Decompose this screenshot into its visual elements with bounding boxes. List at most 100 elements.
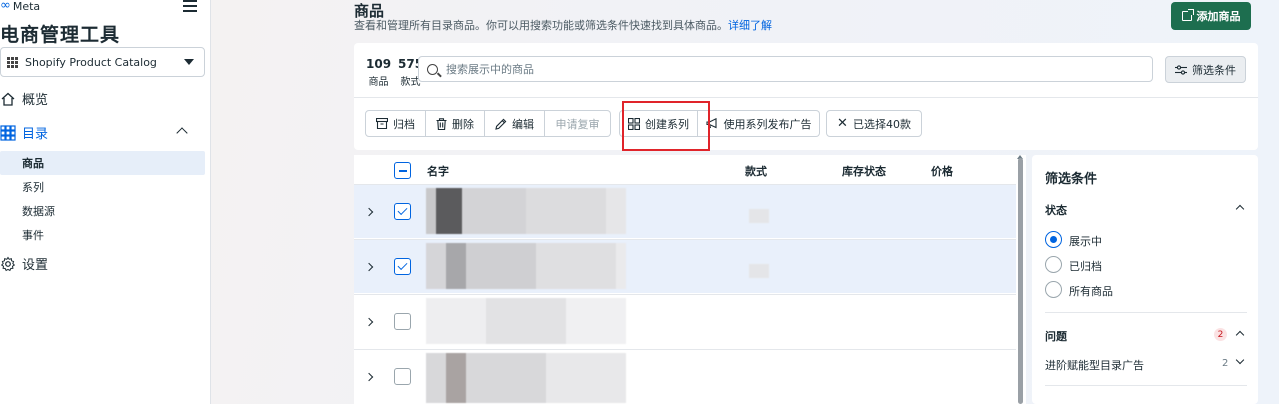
- column-header-price[interactable]: 价格: [931, 163, 953, 179]
- selected-count-label: 已选择40款: [852, 117, 911, 131]
- chevron-up-icon[interactable]: [1235, 330, 1245, 340]
- issues-section-title: 问题: [1045, 330, 1067, 343]
- nav-sub-products[interactable]: 商品: [0, 151, 205, 175]
- edit-label: 编辑: [512, 117, 534, 131]
- filter-divider: [1045, 385, 1247, 386]
- external-link-icon: [1181, 9, 1194, 21]
- blurred-product-image: [426, 298, 626, 344]
- status-section-title: 状态: [1045, 204, 1067, 217]
- nav-sub-data-sources[interactable]: 数据源: [0, 199, 205, 223]
- delete-button[interactable]: 删除: [426, 110, 485, 137]
- meta-logo[interactable]: ∞ Meta: [0, 0, 41, 13]
- status-radio-archived[interactable]: [1045, 256, 1062, 273]
- advertise-set-button[interactable]: 使用系列发布广告: [698, 110, 820, 137]
- catalog-selector[interactable]: Shopify Product Catalog: [0, 47, 205, 77]
- filter-button-label: 筛选条件: [1192, 63, 1236, 77]
- delete-label: 删除: [452, 117, 474, 131]
- product-count-label: 商品: [368, 77, 389, 88]
- app-title: 电商管理工具: [0, 24, 121, 46]
- row-checkbox[interactable]: [394, 313, 411, 330]
- page-description: 查看和管理所有目录商品。你可以用搜索功能或筛选条件快速找到具体商品。详细了解: [354, 17, 772, 33]
- search-input[interactable]: 搜索展示中的商品: [418, 56, 1153, 82]
- status-option-all[interactable]: 所有商品: [1069, 283, 1113, 299]
- row-checkbox[interactable]: [394, 368, 411, 385]
- blurred-variant-count: [749, 209, 769, 223]
- table-row[interactable]: [354, 239, 1016, 293]
- expand-row-icon[interactable]: [364, 317, 374, 327]
- product-count-value: 109: [366, 57, 392, 71]
- filter-divider: [1045, 312, 1247, 313]
- row-checkbox[interactable]: [394, 258, 411, 275]
- column-header-variants[interactable]: 款式: [745, 163, 767, 179]
- chevron-up-icon[interactable]: [1235, 204, 1245, 214]
- select-all-checkbox[interactable]: [394, 162, 411, 179]
- search-icon: [427, 63, 438, 75]
- expand-row-icon[interactable]: [364, 207, 374, 217]
- catalog-selector-value: Shopify Product Catalog: [25, 55, 157, 69]
- products-table: 名字 款式 库存状态 价格: [354, 155, 1026, 404]
- filter-panel-title: 筛选条件: [1045, 172, 1098, 187]
- advertise-set-label: 使用系列发布广告: [723, 117, 812, 131]
- request-review-label: 申请复审: [555, 117, 600, 131]
- issue-item-label[interactable]: 进阶赋能型目录广告: [1045, 357, 1144, 373]
- menu-icon[interactable]: [183, 0, 197, 12]
- clear-selection-button[interactable]: ✕ 已选择40款: [826, 110, 922, 137]
- gear-icon: [0, 256, 16, 271]
- status-option-archived[interactable]: 已归档: [1069, 258, 1102, 274]
- table-row[interactable]: [354, 294, 1016, 348]
- blurred-product-image: [426, 353, 626, 403]
- nav-sub-sets[interactable]: 系列: [0, 175, 205, 199]
- catalog-icon: [0, 124, 16, 141]
- sliders-icon: [1175, 64, 1187, 75]
- chevron-up-icon[interactable]: [176, 127, 188, 139]
- column-header-name[interactable]: 名字: [427, 163, 449, 179]
- blurred-product-image: [426, 243, 626, 289]
- nav-item-settings[interactable]: 设置: [0, 254, 48, 273]
- nav-sub-events[interactable]: 事件: [0, 223, 205, 247]
- trash-icon: [436, 117, 447, 130]
- search-placeholder: 搜索展示中的商品: [446, 63, 534, 76]
- issue-item-count: 2: [1222, 358, 1229, 369]
- expand-row-icon[interactable]: [364, 372, 374, 382]
- chevron-down-icon[interactable]: [1235, 355, 1245, 365]
- filter-button[interactable]: 筛选条件: [1165, 56, 1246, 83]
- add-product-button[interactable]: 添加商品: [1171, 2, 1251, 30]
- nav-item-overview-label: 概览: [22, 93, 49, 108]
- archive-label: 归档: [393, 117, 415, 131]
- table-row[interactable]: [354, 184, 1016, 238]
- caret-down-icon: [184, 59, 194, 65]
- highlight-annotation: [622, 101, 710, 151]
- home-icon: [1, 92, 15, 106]
- toolbar-divider: [354, 97, 1258, 98]
- table-scrollbar[interactable]: [1018, 158, 1023, 404]
- nav-item-overview[interactable]: 概览: [0, 89, 48, 108]
- filter-panel: 筛选条件 状态 展示中 已归档 所有商品 问题 2 进阶赋能型目录广告 2: [1032, 155, 1258, 404]
- edit-button[interactable]: 编辑: [485, 110, 545, 137]
- close-icon: ✕: [837, 116, 848, 131]
- status-option-live[interactable]: 展示中: [1069, 233, 1102, 249]
- archive-icon: [376, 118, 388, 129]
- page-description-text: 查看和管理所有目录商品。你可以用搜索功能或筛选条件快速找到具体商品。: [354, 19, 728, 32]
- blurred-variant-count: [749, 264, 769, 278]
- status-radio-live[interactable]: [1045, 231, 1062, 248]
- archive-button[interactable]: 归档: [365, 110, 426, 137]
- row-checkbox[interactable]: [394, 203, 411, 220]
- product-count: 109 商品: [366, 57, 391, 88]
- table-row[interactable]: [354, 349, 1016, 403]
- nav-item-settings-label: 设置: [22, 258, 49, 273]
- sidebar: ∞ Meta 电商管理工具 Shopify Product Catalog 概览…: [0, 0, 211, 404]
- meta-infinity-icon: ∞: [0, 0, 11, 13]
- status-radio-all[interactable]: [1045, 281, 1062, 298]
- request-review-button[interactable]: 申请复审: [545, 110, 611, 137]
- catalog-grid-icon: [7, 56, 18, 68]
- blurred-product-image: [426, 188, 626, 234]
- nav-item-catalog[interactable]: 目录: [0, 123, 48, 142]
- add-product-label: 添加商品: [1196, 10, 1241, 23]
- column-header-stock[interactable]: 库存状态: [842, 163, 886, 179]
- nav-item-catalog-label: 目录: [22, 127, 49, 142]
- pencil-icon: [495, 118, 507, 130]
- issues-count-badge: 2: [1214, 328, 1227, 341]
- expand-row-icon[interactable]: [364, 262, 374, 272]
- meta-logo-text: Meta: [12, 0, 41, 13]
- learn-more-link[interactable]: 详细了解: [728, 19, 772, 32]
